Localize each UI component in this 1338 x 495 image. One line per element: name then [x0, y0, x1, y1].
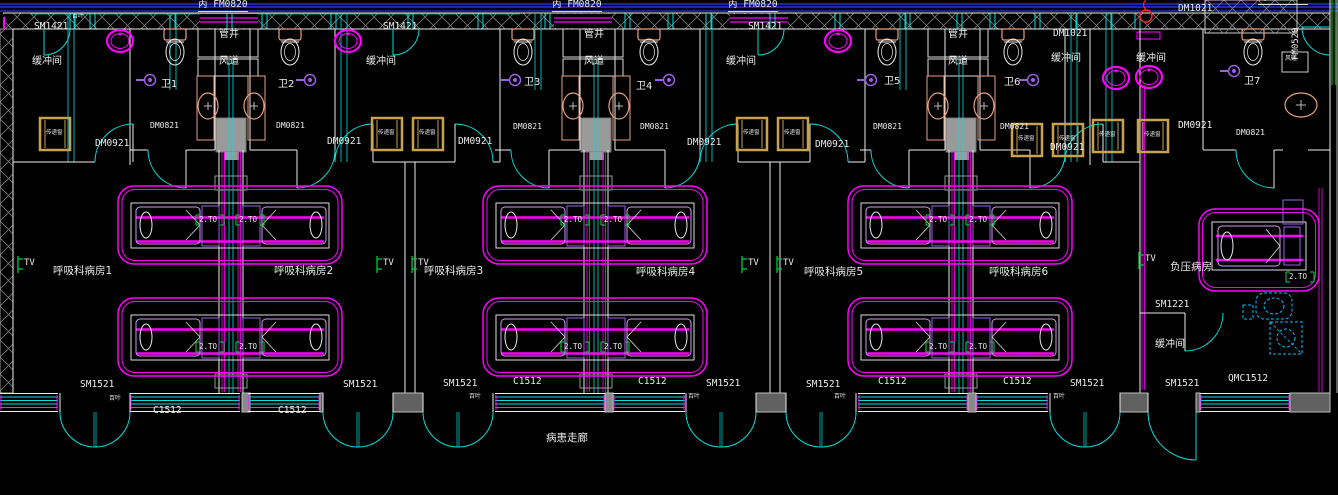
floor-plan-drawing: [0, 0, 1338, 495]
cad-canvas[interactable]: SM1421SM1421SM1421丙 FM0820丙 FM0820丙 FM08…: [0, 0, 1338, 495]
